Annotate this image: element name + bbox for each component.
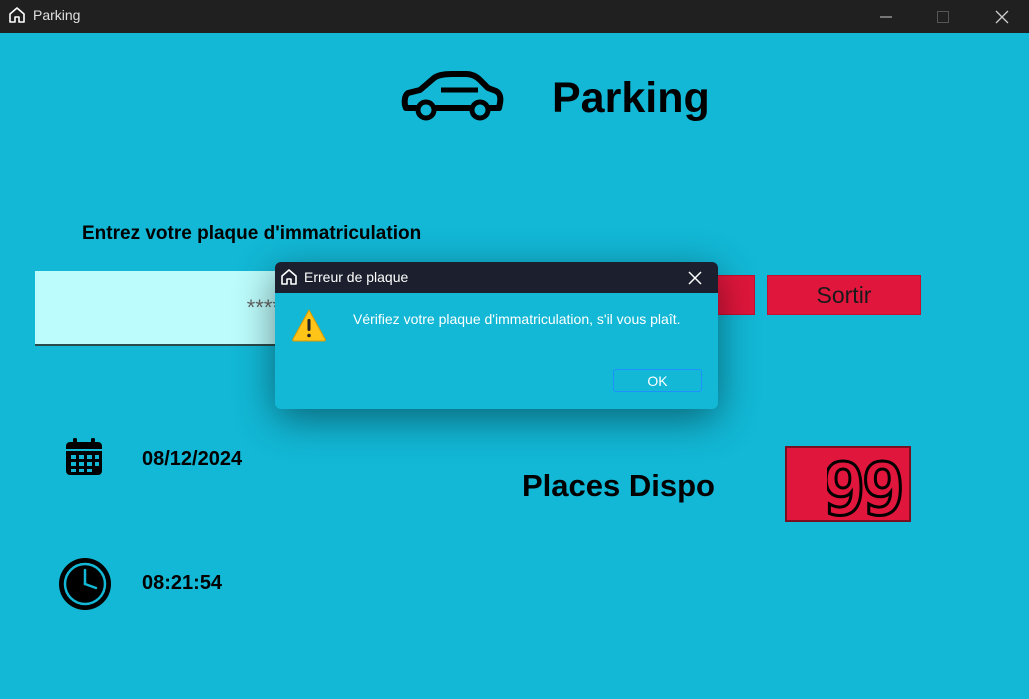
- home-icon: [281, 269, 297, 285]
- home-icon: [9, 7, 25, 23]
- window-titlebar: Parking: [0, 0, 1029, 33]
- car-icon: [401, 71, 504, 121]
- plate-input[interactable]: [35, 271, 295, 346]
- dialog-close-icon[interactable]: [683, 266, 707, 290]
- error-dialog: Erreur de plaque Vérifiez votre plaque d…: [275, 262, 718, 409]
- maximize-button[interactable]: [913, 0, 973, 33]
- minimize-icon: [880, 16, 892, 17]
- ok-button[interactable]: OK: [613, 369, 702, 392]
- places-digits: 99: [827, 452, 903, 518]
- places-count: 99: [827, 452, 901, 518]
- dialog-titlebar: Erreur de plaque: [275, 262, 718, 293]
- places-label: Places Dispo: [522, 468, 715, 503]
- close-button[interactable]: [972, 0, 1029, 33]
- places-counter: 99: [785, 446, 911, 522]
- exit-button[interactable]: Sortir: [767, 275, 921, 315]
- maximize-icon: [937, 10, 949, 23]
- dialog-message: Vérifiez votre plaque d'immatriculation,…: [353, 311, 681, 327]
- clock-icon: [59, 558, 111, 610]
- minimize-button[interactable]: [856, 0, 916, 33]
- plate-label: Entrez votre plaque d'immatriculation: [82, 223, 422, 244]
- current-date: 08/12/2024: [142, 448, 243, 470]
- window-title: Parking: [33, 7, 81, 23]
- page-title: Parking: [552, 74, 710, 122]
- close-icon: [995, 10, 1009, 23]
- dialog-title: Erreur de plaque: [304, 269, 409, 285]
- current-time: 08:21:54: [142, 572, 223, 594]
- warning-icon: [292, 308, 326, 342]
- calendar-icon: [66, 438, 102, 475]
